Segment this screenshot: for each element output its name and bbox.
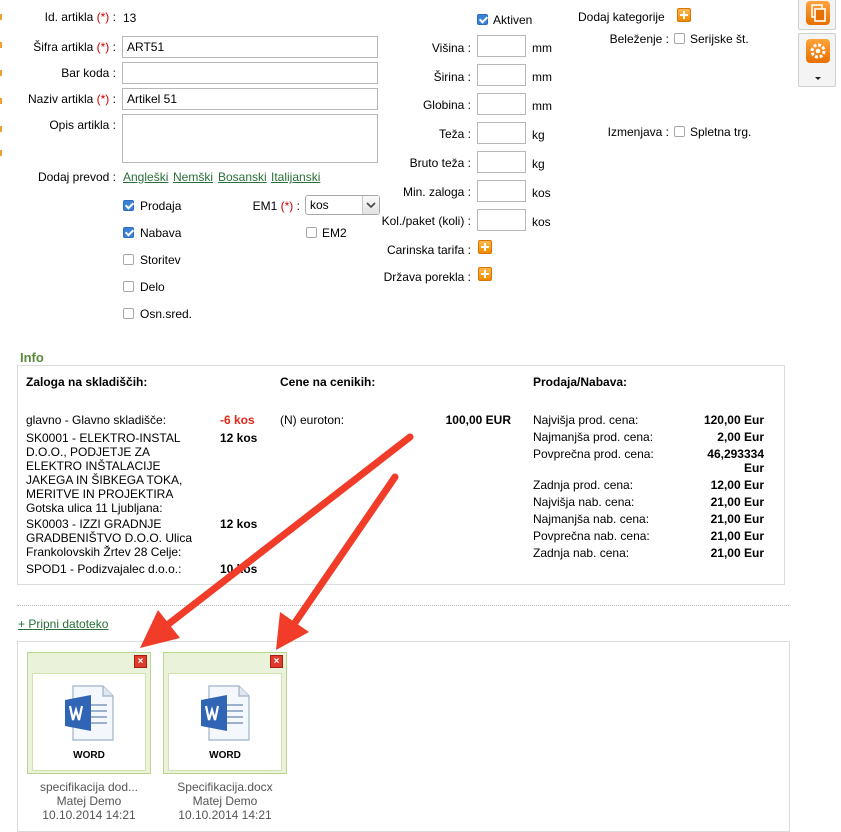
annotation-arrows	[140, 433, 414, 650]
annotation-arrow	[140, 433, 414, 648]
annotation-arrow	[276, 473, 399, 650]
